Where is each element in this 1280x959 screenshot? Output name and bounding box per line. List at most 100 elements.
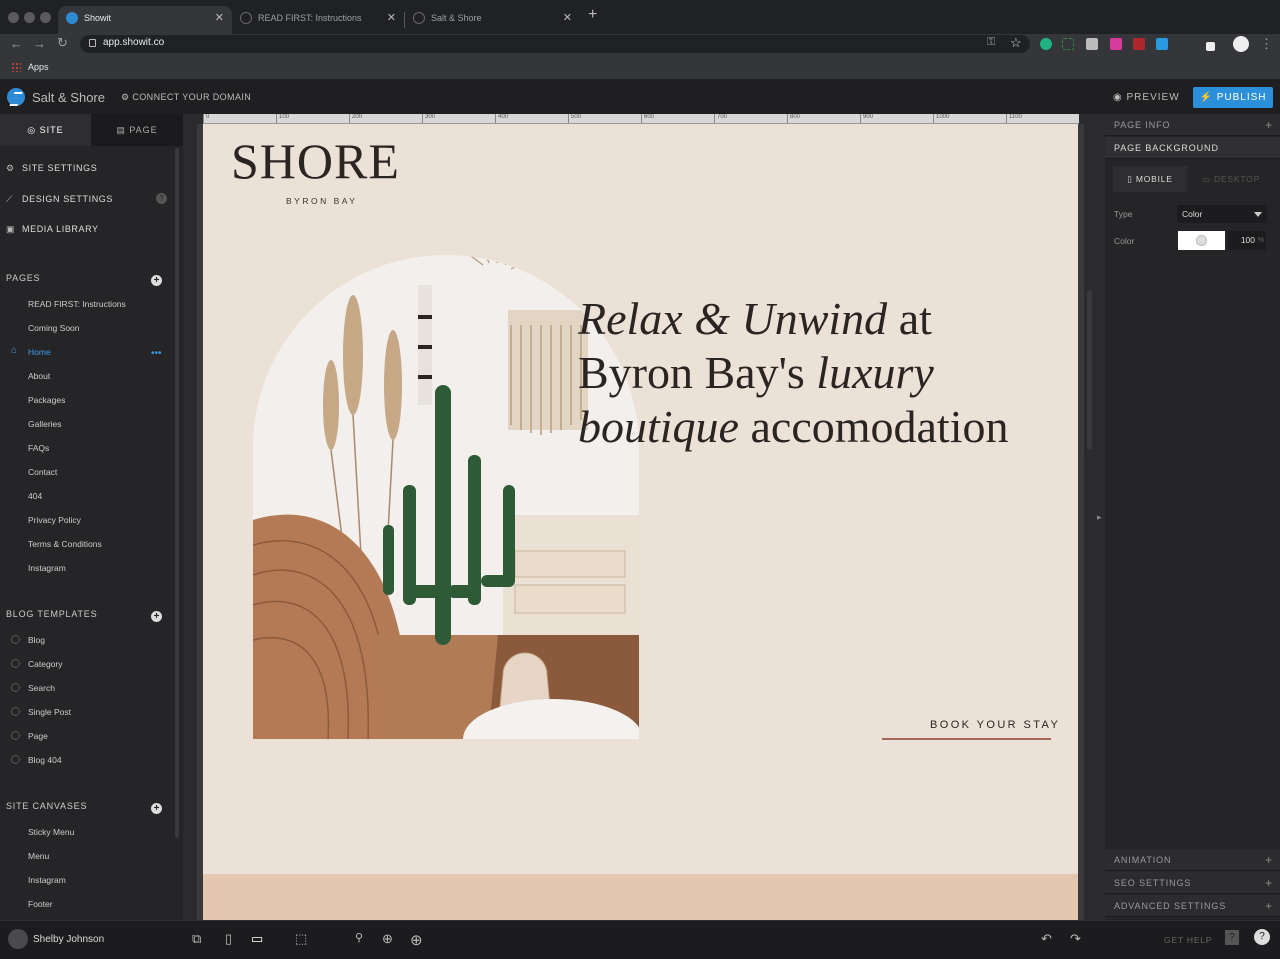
expand-icon[interactable]: + (1265, 872, 1273, 894)
undo-icon[interactable]: ↶ (1041, 931, 1052, 947)
mobile-view-icon[interactable]: ▯ (225, 931, 232, 947)
page-options-icon[interactable]: ••• (151, 348, 162, 359)
tab-page[interactable]: ▤ PAGE (91, 114, 183, 146)
apps-bookmark[interactable]: Apps (28, 62, 49, 72)
key-icon[interactable]: ⚿ (987, 36, 995, 49)
extension-icon[interactable] (1206, 42, 1215, 51)
sidebar-item-sticky-menu[interactable]: Sticky Menu (28, 827, 74, 837)
grid-guides-icon[interactable]: ⬚ (295, 931, 307, 947)
zoom-out-icon[interactable]: ⚲ (355, 931, 363, 944)
help-badge[interactable]: ? (156, 193, 167, 204)
new-tab-button[interactable]: + (588, 6, 597, 24)
chat-help-icon[interactable]: ? (1254, 929, 1270, 945)
tab-mobile[interactable]: ▯ MOBILE (1113, 166, 1187, 192)
logo-subtitle[interactable]: BYRON BAY (286, 196, 357, 206)
preview-button[interactable]: ◉ PREVIEW (1113, 92, 1180, 103)
sidebar-item-read-first[interactable]: READ FIRST: Instructions (28, 299, 126, 309)
redo-icon[interactable]: ↷ (1070, 931, 1081, 947)
reload-icon[interactable]: ↻ (57, 35, 68, 51)
ruler-tick: 300 (422, 114, 435, 123)
zoom-in-icon[interactable]: ⊕ (410, 931, 423, 949)
add-canvas-button[interactable]: + (151, 803, 162, 814)
close-tab-icon[interactable]: ✕ (387, 6, 396, 30)
tab-desktop[interactable]: ▭ DESKTOP (1190, 166, 1272, 192)
sidebar-item-privacy-policy[interactable]: Privacy Policy (28, 515, 81, 525)
sidebar-item-about[interactable]: About (28, 371, 50, 381)
page-canvas[interactable]: SHORE BYRON BAY Relax & Unwind at Byron … (203, 124, 1078, 920)
browser-tab-read-first[interactable]: READ FIRST: Instructions ✕ (232, 6, 404, 34)
user-name[interactable]: Shelby Johnson (33, 934, 104, 945)
desktop-view-icon[interactable]: ▭ (251, 931, 263, 947)
get-help-link[interactable]: GET HELP (1164, 935, 1212, 945)
add-page-button[interactable]: + (151, 275, 162, 286)
collapse-panel-arrow-icon[interactable]: ▸ (1097, 512, 1102, 523)
seo-settings-section[interactable]: SEO SETTINGS + (1105, 872, 1280, 894)
extension-icon[interactable] (1110, 38, 1122, 50)
avatar[interactable] (8, 929, 28, 949)
sidebar-item-packages[interactable]: Packages (28, 395, 65, 405)
color-swatch[interactable] (1178, 231, 1225, 250)
window-minimize-button[interactable] (24, 12, 35, 23)
site-logo[interactable]: SHORE (231, 132, 400, 190)
sidebar-item-single-post[interactable]: Single Post (28, 707, 71, 717)
extension-icon[interactable] (1040, 38, 1052, 50)
canvas-scrollbar[interactable] (1087, 290, 1092, 450)
sidebar-item-instagram-canvas[interactable]: Instagram (28, 875, 66, 885)
background-type-select[interactable]: Color (1177, 205, 1267, 223)
bookmark-star-icon[interactable]: ☆ (1010, 35, 1022, 51)
extension-icon[interactable] (1133, 38, 1145, 50)
help-docs-icon[interactable]: ? (1225, 930, 1239, 945)
sidebar-item-category[interactable]: Category (28, 659, 63, 669)
forward-icon[interactable]: → (33, 36, 46, 51)
page-background-section[interactable]: PAGE BACKGROUND (1105, 137, 1280, 159)
sidebar-item-search[interactable]: Search (28, 683, 55, 693)
publish-button[interactable]: ⚡ PUBLISH (1193, 87, 1273, 108)
sidebar-item-blog-404[interactable]: Blog 404 (28, 755, 62, 765)
sidebar-item-faqs[interactable]: FAQs (28, 443, 49, 453)
animation-section[interactable]: ANIMATION + (1105, 849, 1280, 871)
sidebar-item-terms[interactable]: Terms & Conditions (28, 539, 102, 549)
opacity-input[interactable]: 100% (1228, 231, 1266, 250)
sidebar-item-blog[interactable]: Blog (28, 635, 45, 645)
sidebar-item-menu[interactable]: Menu (28, 851, 49, 861)
profile-avatar[interactable] (1233, 36, 1249, 52)
sidebar-item-page[interactable]: Page (28, 731, 48, 741)
page-info-section[interactable]: PAGE INFO + (1105, 114, 1280, 136)
media-library-item[interactable]: ▣ MEDIA LIBRARY (6, 224, 99, 235)
showit-logo-icon[interactable] (7, 88, 25, 106)
design-settings-item[interactable]: ⟋ DESIGN SETTINGS (6, 194, 113, 205)
camera-extension-icon[interactable] (1086, 38, 1098, 50)
sidebar-item-coming-soon[interactable]: Coming Soon (28, 323, 80, 333)
sidebar-item-galleries[interactable]: Galleries (28, 419, 62, 429)
advanced-settings-section[interactable]: ADVANCED SETTINGS + (1105, 895, 1280, 917)
browser-tab-showit[interactable]: Showit ✕ (58, 6, 232, 34)
expand-icon[interactable]: + (1265, 114, 1273, 136)
download-extension-icon[interactable] (1156, 38, 1168, 50)
hero-headline[interactable]: Relax & Unwind at Byron Bay's luxury bouti… (578, 292, 1078, 454)
sidebar-item-instagram[interactable]: Instagram (28, 563, 66, 573)
browser-tab-salt-shore[interactable]: Salt & Shore ✕ (405, 6, 580, 34)
sidebar-item-home[interactable]: Home (28, 347, 51, 357)
browser-menu-icon[interactable]: ⋮ (1260, 36, 1273, 52)
add-blog-template-button[interactable]: + (151, 611, 162, 622)
sidebar-scrollbar[interactable] (175, 148, 179, 838)
all-devices-icon[interactable]: ⧉ (192, 931, 201, 947)
sidebar-item-footer[interactable]: Footer (28, 899, 53, 909)
expand-icon[interactable]: + (1265, 849, 1273, 871)
extension-icon[interactable] (1062, 38, 1074, 50)
site-name[interactable]: Salt & Shore (32, 90, 105, 105)
address-bar[interactable] (80, 35, 1030, 53)
site-settings-item[interactable]: ⚙ SITE SETTINGS (6, 163, 97, 174)
close-tab-icon[interactable]: ✕ (215, 6, 224, 30)
back-icon[interactable]: ← (10, 36, 23, 51)
sidebar-item-404[interactable]: 404 (28, 491, 42, 501)
tab-site[interactable]: ◎ SITE (0, 114, 91, 146)
expand-icon[interactable]: + (1265, 895, 1273, 917)
sidebar-item-contact[interactable]: Contact (28, 467, 57, 477)
book-your-stay-link[interactable]: BOOK YOUR STAY (930, 719, 1060, 731)
window-close-button[interactable] (8, 12, 19, 23)
window-maximize-button[interactable] (40, 12, 51, 23)
zoom-fit-icon[interactable]: ⊕ (382, 931, 393, 947)
connect-domain-button[interactable]: ⚙ CONNECT YOUR DOMAIN (121, 92, 251, 103)
close-tab-icon[interactable]: ✕ (563, 6, 572, 30)
